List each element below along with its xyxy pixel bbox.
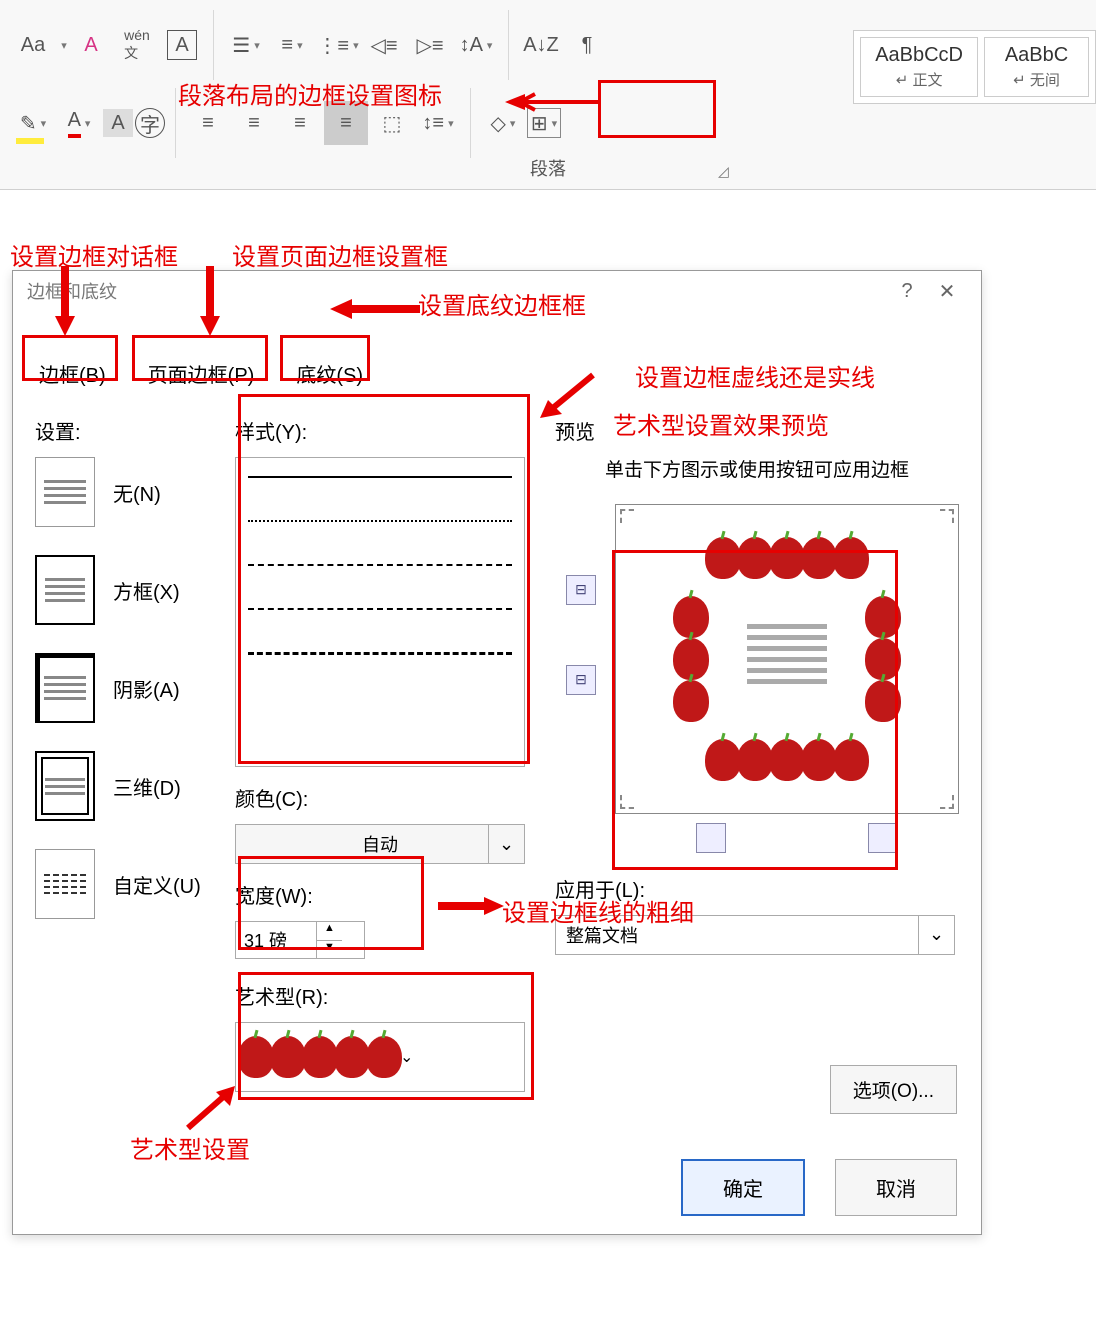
align-left-button[interactable]: ≡ bbox=[186, 101, 230, 145]
line-spacing-button[interactable]: ↕≡ bbox=[416, 101, 460, 145]
preview-area[interactable]: ⊟ ⊟ bbox=[615, 504, 959, 814]
setting-custom[interactable] bbox=[35, 849, 95, 919]
close-button[interactable]: ✕ bbox=[927, 279, 967, 304]
cjk-spacing-button[interactable]: ↕A bbox=[454, 23, 498, 67]
text-effects-button[interactable]: A bbox=[69, 23, 113, 67]
chevron-down-icon: ⌄ bbox=[400, 1047, 413, 1067]
divider bbox=[175, 88, 176, 158]
dec-indent-button[interactable]: ◁≡ bbox=[362, 23, 406, 67]
enclose-char-button[interactable]: 字 bbox=[135, 108, 165, 138]
divider bbox=[470, 88, 471, 158]
inc-indent-button[interactable]: ▷≡ bbox=[408, 23, 452, 67]
tab-page-border[interactable]: 页面边框(P) bbox=[134, 349, 269, 398]
spin-down[interactable]: ▼ bbox=[317, 941, 342, 959]
style-label: 样式(Y): bbox=[235, 416, 525, 445]
group-label: 段落 bbox=[530, 155, 566, 181]
setting-shadow[interactable] bbox=[35, 653, 95, 723]
align-center-button[interactable]: ≡ bbox=[232, 101, 276, 145]
numbering-button[interactable]: ≡ bbox=[270, 23, 314, 67]
options-button[interactable]: 选项(O)... bbox=[830, 1065, 957, 1114]
cancel-button[interactable]: 取消 bbox=[835, 1159, 957, 1216]
styles-gallery[interactable]: AaBbCcD ↵ 正文 AaBbC ↵ 无间 bbox=[853, 30, 1096, 104]
chevron-down-icon: ⌄ bbox=[918, 916, 954, 954]
dialog-title: 边框和底纹 bbox=[27, 278, 117, 304]
color-label: 颜色(C): bbox=[235, 783, 525, 812]
border-left-toggle[interactable] bbox=[696, 823, 726, 853]
border-right-toggle[interactable] bbox=[868, 823, 898, 853]
border-top-toggle[interactable]: ⊟ bbox=[566, 575, 596, 605]
align-right-button[interactable]: ≡ bbox=[278, 101, 322, 145]
distribute-button[interactable]: ⬚ bbox=[370, 101, 414, 145]
apply-label: 应用于(L): bbox=[555, 874, 959, 903]
phonetic-guide-button[interactable]: wén文 bbox=[115, 23, 159, 67]
multilevel-button[interactable]: ⋮≡ bbox=[316, 23, 360, 67]
spin-up[interactable]: ▲ bbox=[317, 922, 342, 941]
ok-button[interactable]: 确定 bbox=[681, 1159, 805, 1216]
setting-box[interactable] bbox=[35, 555, 95, 625]
color-combo[interactable]: 自动 ⌄ bbox=[235, 824, 525, 864]
art-combo[interactable]: ⌄ bbox=[235, 1022, 525, 1092]
width-label: 宽度(W): bbox=[235, 880, 525, 909]
tab-borders[interactable]: 边框(B) bbox=[25, 349, 120, 398]
sort-button[interactable]: A↓Z bbox=[519, 23, 563, 67]
preview-label: 预览 bbox=[555, 416, 959, 445]
char-shading-button[interactable]: A bbox=[103, 109, 133, 137]
change-case-button[interactable]: Aa bbox=[11, 23, 55, 67]
style-listbox[interactable] bbox=[235, 457, 525, 767]
style-normal[interactable]: AaBbCcD ↵ 正文 bbox=[860, 37, 978, 97]
help-button[interactable]: ? bbox=[887, 280, 927, 303]
preview-hint: 单击下方图示或使用按钮可应用边框 bbox=[555, 457, 959, 486]
show-marks-button[interactable]: ¶ bbox=[565, 23, 609, 67]
settings-label: 设置: bbox=[35, 416, 225, 445]
highlight-button[interactable]: ✎ bbox=[11, 101, 55, 145]
font-color-button[interactable]: A bbox=[57, 101, 101, 145]
borders-button[interactable]: ⊞ bbox=[527, 108, 561, 138]
annotation: 设置边框对话框 bbox=[10, 237, 178, 272]
chevron-down-icon: ⌄ bbox=[488, 825, 524, 863]
annotation: 设置页面边框设置框 bbox=[232, 237, 448, 272]
setting-3d[interactable] bbox=[35, 751, 95, 821]
dropdown-icon[interactable] bbox=[57, 23, 67, 67]
style-no-spacing[interactable]: AaBbC ↵ 无间 bbox=[984, 37, 1089, 97]
divider bbox=[508, 10, 509, 80]
tab-shading[interactable]: 底纹(S) bbox=[282, 349, 377, 398]
width-spinner[interactable]: ▲▼ bbox=[235, 921, 365, 959]
divider bbox=[213, 10, 214, 80]
justify-button[interactable]: ≡ bbox=[324, 101, 368, 145]
borders-shading-dialog: 边框和底纹 ? ✕ 边框(B) 页面边框(P) 底纹(S) 设置: 无(N) 方… bbox=[12, 270, 982, 1235]
shading-button[interactable]: ◇ bbox=[481, 101, 525, 145]
apply-to-combo[interactable]: 整篇文档 ⌄ bbox=[555, 915, 955, 955]
border-bottom-toggle[interactable]: ⊟ bbox=[566, 665, 596, 695]
bullets-button[interactable]: ☰ bbox=[224, 23, 268, 67]
art-label: 艺术型(R): bbox=[235, 981, 525, 1010]
char-border-button[interactable]: A bbox=[167, 30, 197, 60]
dialog-launcher-icon[interactable]: ◿ bbox=[718, 163, 734, 179]
setting-none[interactable] bbox=[35, 457, 95, 527]
width-input[interactable] bbox=[236, 930, 316, 951]
